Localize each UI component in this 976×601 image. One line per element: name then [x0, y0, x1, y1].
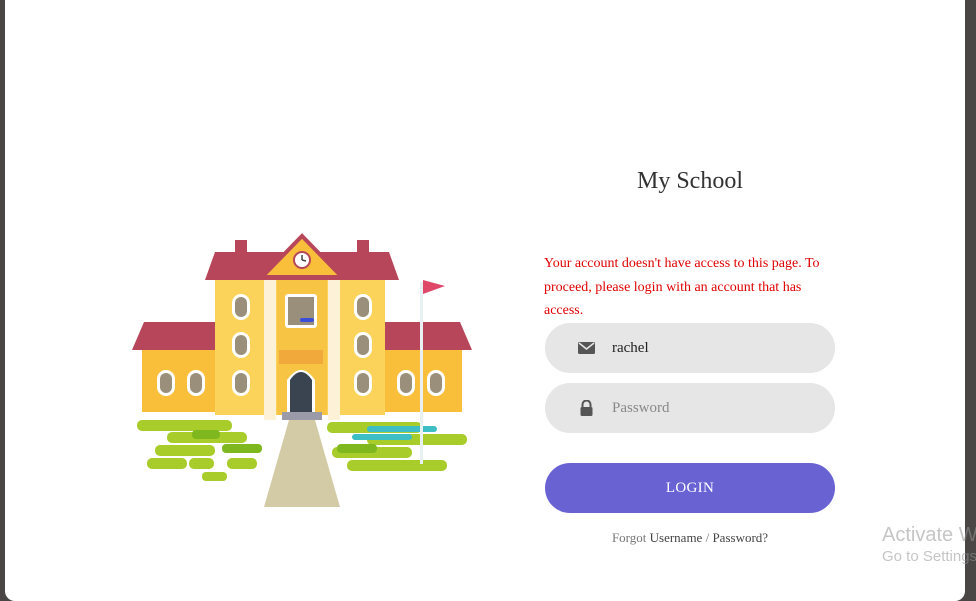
- school-building-illustration: [132, 233, 472, 507]
- watermark-title: Activate W: [882, 524, 976, 546]
- windows-activation-watermark: Activate W Go to Settings: [882, 524, 976, 565]
- forgot-credentials: Forgot Username / Password?: [545, 530, 835, 546]
- forgot-prefix: Forgot: [611, 530, 650, 545]
- forgot-separator: /: [702, 530, 713, 545]
- login-button[interactable]: LOGIN: [545, 463, 835, 513]
- forgot-password-link[interactable]: Password?: [712, 530, 768, 545]
- username-field[interactable]: [545, 323, 835, 373]
- access-error-message: Your account doesn't have access to this…: [544, 256, 820, 318]
- forgot-username-link[interactable]: Username: [650, 530, 703, 545]
- password-input[interactable]: [612, 383, 812, 433]
- lock-icon: [580, 400, 593, 416]
- envelope-icon: [578, 342, 595, 354]
- page-title: My School: [636, 168, 743, 194]
- password-field[interactable]: [545, 383, 835, 433]
- username-input[interactable]: [612, 323, 812, 373]
- watermark-subtitle: Go to Settings: [882, 548, 976, 565]
